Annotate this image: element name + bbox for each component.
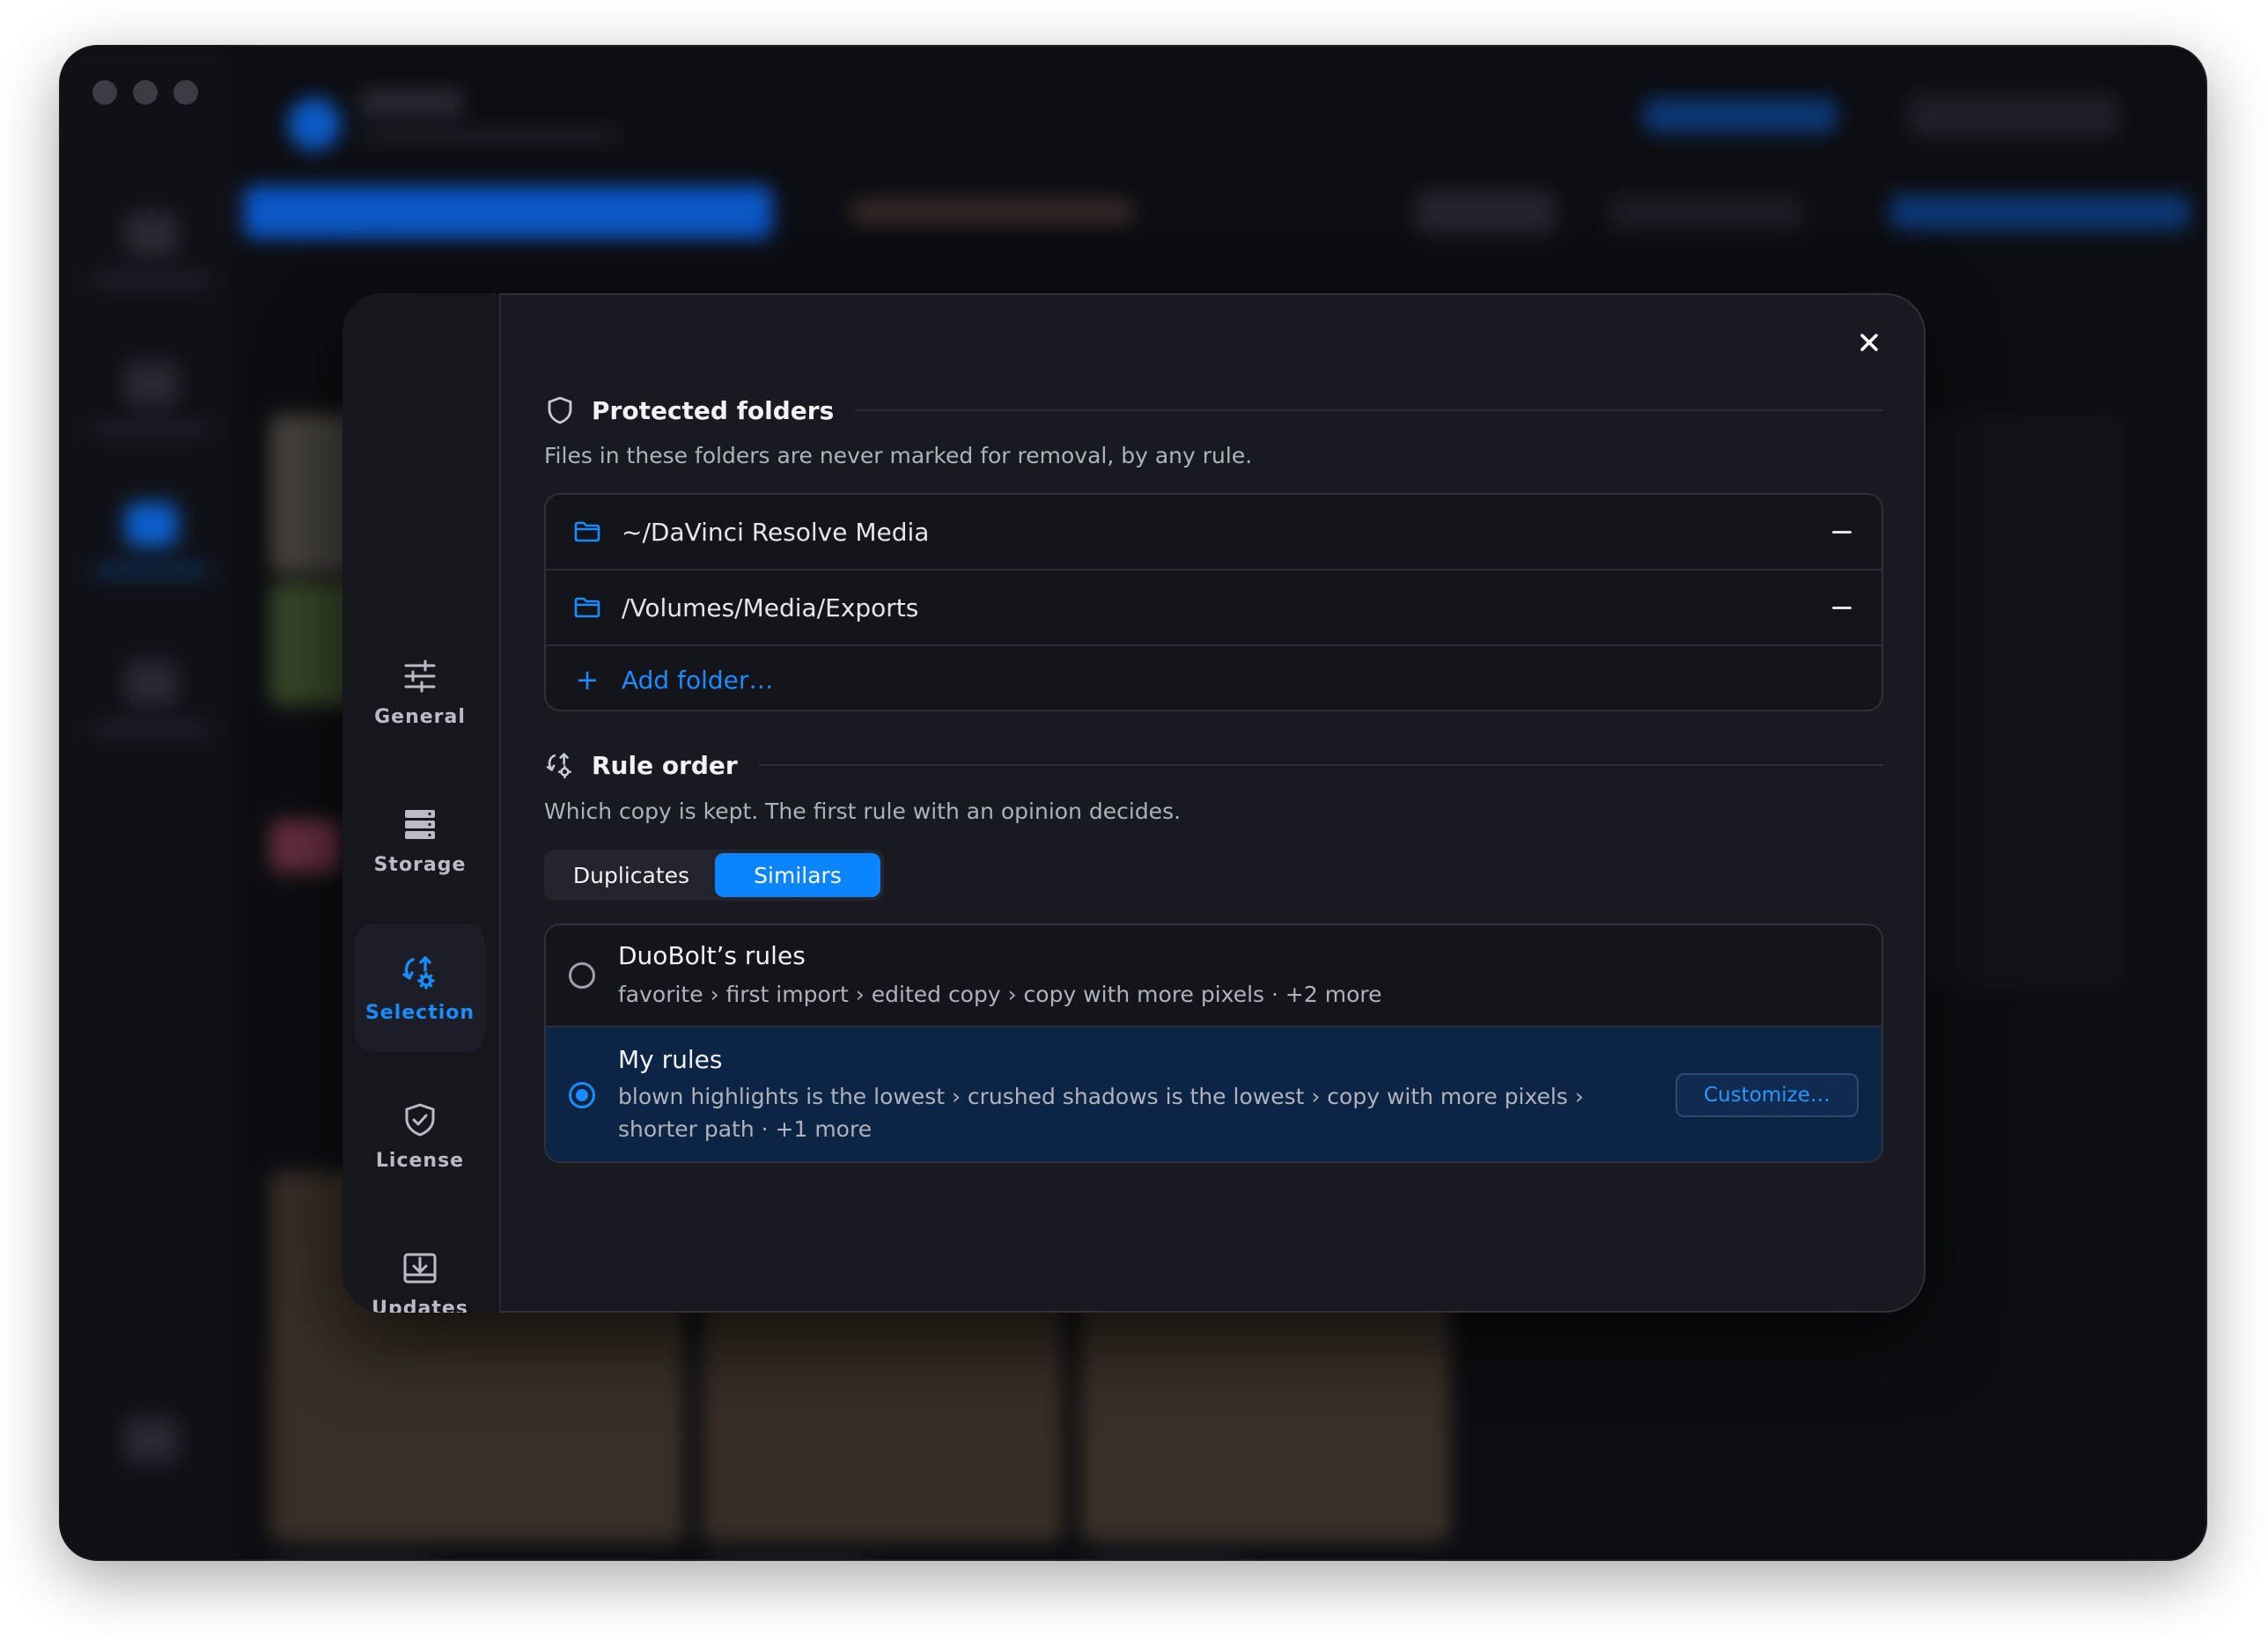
nav-updates-label: Updates bbox=[372, 1297, 468, 1314]
remove-folder-button[interactable] bbox=[1829, 519, 1855, 545]
folder-path: ~/DaVinci Resolve Media bbox=[622, 517, 930, 547]
section-divider bbox=[758, 764, 1883, 766]
rule-option-name: DuoBolt’s rules bbox=[618, 941, 806, 970]
add-folder-label: Add folder… bbox=[622, 665, 774, 695]
plus-icon: + bbox=[575, 663, 600, 696]
rule-option-summary: favorite › first import › edited copy › … bbox=[618, 982, 1382, 1007]
minus-icon bbox=[1832, 606, 1852, 609]
nav-general-label: General bbox=[374, 705, 466, 728]
section-divider bbox=[855, 409, 1883, 411]
close-window-button[interactable] bbox=[92, 80, 117, 105]
rule-option-duobolt[interactable]: DuoBolt’s rules favorite › first import … bbox=[546, 925, 1881, 1027]
rule-order-header: Rule order bbox=[544, 747, 1883, 783]
storage-icon bbox=[401, 805, 439, 843]
tab-duplicates[interactable]: Duplicates bbox=[548, 853, 715, 897]
rule-option-summary: blown highlights is the lowest › crushed… bbox=[618, 1084, 1584, 1142]
radio-button-selected[interactable] bbox=[569, 1082, 595, 1108]
rule-option-name: My rules bbox=[618, 1045, 723, 1074]
settings-dialog: General Storage Selection License Update… bbox=[342, 293, 1926, 1313]
nav-selection-label: Selection bbox=[364, 1001, 475, 1024]
settings-nav: General Storage Selection License Update… bbox=[342, 293, 501, 1313]
nav-storage[interactable]: Storage bbox=[355, 776, 485, 904]
nav-license-label: License bbox=[375, 1149, 465, 1172]
radio-button[interactable] bbox=[569, 962, 595, 989]
protected-folders-list: ~/DaVinci Resolve Media /Volumes/Media/E… bbox=[544, 493, 1883, 711]
nav-general[interactable]: General bbox=[355, 628, 485, 756]
folder-icon bbox=[572, 593, 602, 622]
nav-license[interactable]: License bbox=[355, 1071, 485, 1200]
close-button[interactable] bbox=[1853, 328, 1885, 360]
customize-button[interactable]: Customize… bbox=[1675, 1073, 1859, 1117]
shield-icon bbox=[544, 394, 576, 426]
folder-path: /Volumes/Media/Exports bbox=[622, 593, 919, 622]
selection-icon bbox=[544, 749, 576, 781]
tab-similars[interactable]: Similars bbox=[715, 853, 880, 897]
folder-icon bbox=[572, 517, 602, 547]
sliders-icon bbox=[401, 657, 439, 696]
protected-folders-description: Files in these folders are never marked … bbox=[544, 443, 1253, 468]
nav-selection[interactable]: Selection bbox=[355, 924, 485, 1052]
nav-updates[interactable]: Updates bbox=[355, 1219, 485, 1313]
rule-options-list: DuoBolt’s rules favorite › first import … bbox=[544, 924, 1883, 1163]
rule-order-description: Which copy is kept. The first rule with … bbox=[544, 799, 1182, 824]
protected-folders-header: Protected folders bbox=[544, 393, 1883, 428]
download-tray-icon bbox=[401, 1248, 439, 1287]
rule-order-title: Rule order bbox=[592, 750, 738, 780]
minus-icon bbox=[1832, 530, 1852, 534]
folder-row[interactable]: ~/DaVinci Resolve Media bbox=[546, 495, 1881, 570]
minimize-window-button[interactable] bbox=[133, 80, 158, 105]
add-folder-button[interactable]: + Add folder… bbox=[546, 646, 1881, 710]
window-controls bbox=[92, 80, 198, 105]
shield-check-icon bbox=[401, 1100, 439, 1139]
protected-folders-title: Protected folders bbox=[592, 395, 835, 425]
rule-option-my-rules[interactable]: My rules blown highlights is the lowest … bbox=[546, 1027, 1881, 1161]
nav-storage-label: Storage bbox=[373, 853, 467, 876]
remove-folder-button[interactable] bbox=[1829, 594, 1855, 621]
rule-type-segmented-control: Duplicates Similars bbox=[544, 850, 884, 901]
folder-row[interactable]: /Volumes/Media/Exports bbox=[546, 570, 1881, 646]
zoom-window-button[interactable] bbox=[173, 80, 198, 105]
selection-icon bbox=[401, 953, 439, 991]
close-icon bbox=[1859, 332, 1880, 357]
